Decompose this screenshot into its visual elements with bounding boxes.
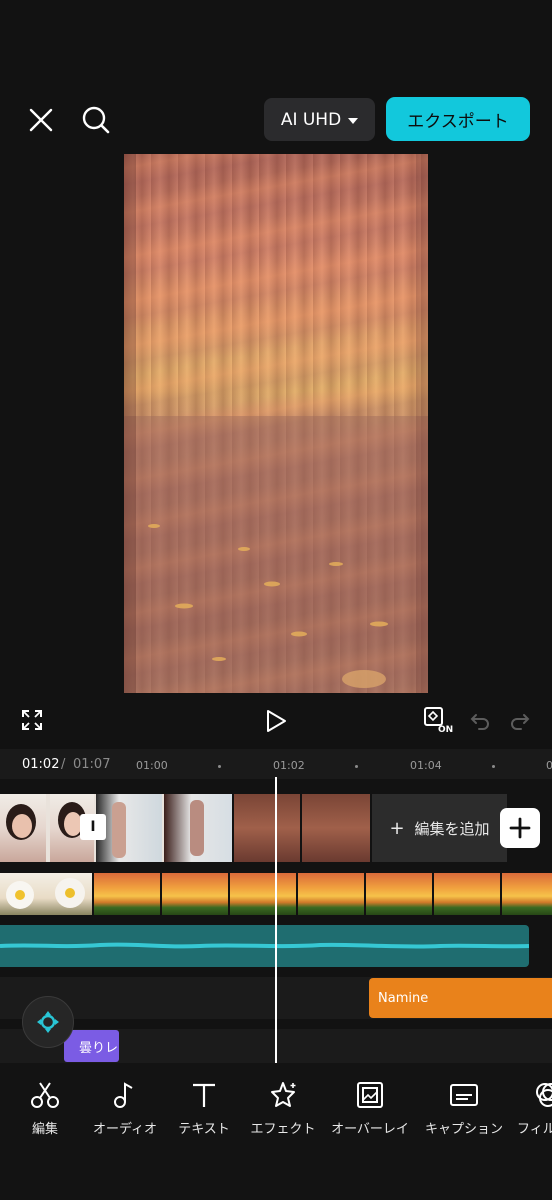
text-clip-badge-label: I bbox=[90, 819, 96, 835]
effect-star-icon bbox=[271, 1082, 296, 1107]
text-clip-badge[interactable]: I bbox=[80, 814, 106, 840]
add-edit-label: 編集を追加 bbox=[414, 819, 490, 838]
audio-clip[interactable] bbox=[0, 925, 529, 967]
tool-label: オーバーレイ bbox=[331, 1122, 409, 1137]
keyframe-badge: ON bbox=[438, 725, 454, 735]
tool-label: テキスト bbox=[178, 1122, 230, 1137]
current-time: 01:02 bbox=[22, 757, 60, 772]
tool-label: 編集 bbox=[31, 1122, 58, 1137]
video-preview[interactable] bbox=[124, 154, 428, 693]
resolution-label: AI UHD bbox=[280, 109, 342, 130]
tool-audio[interactable]: オーディオ bbox=[81, 1080, 169, 1137]
tool-overlay[interactable]: オーバーレイ bbox=[326, 1080, 414, 1137]
play-icon bbox=[267, 710, 286, 732]
tool-label: フィル bbox=[517, 1122, 552, 1137]
flower-thumbnail bbox=[6, 878, 85, 909]
add-edit-button[interactable]: + 編集を追加 bbox=[372, 794, 507, 862]
export-button[interactable]: エクスポート bbox=[386, 97, 530, 141]
move-icon bbox=[37, 1011, 59, 1033]
resolution-dropdown[interactable]: AI UHD bbox=[264, 98, 375, 141]
redo-button[interactable] bbox=[508, 709, 532, 733]
video-clip[interactable] bbox=[234, 794, 300, 862]
preview-scene bbox=[124, 154, 428, 693]
filter-icon bbox=[536, 1083, 552, 1107]
undo-icon bbox=[470, 714, 489, 730]
add-media-button[interactable] bbox=[500, 808, 540, 848]
close-button[interactable] bbox=[22, 100, 60, 140]
search-icon bbox=[82, 106, 110, 134]
fullscreen-icon bbox=[22, 710, 42, 730]
undo-button[interactable] bbox=[468, 709, 492, 733]
effect-clip[interactable]: 曇りレ bbox=[64, 1030, 119, 1062]
fullscreen-button[interactable] bbox=[20, 708, 44, 732]
scissors-icon bbox=[31, 1082, 59, 1108]
tool-label: エフェクト bbox=[250, 1122, 316, 1137]
music-note-icon bbox=[114, 1082, 133, 1108]
tool-filter[interactable]: フィル bbox=[495, 1080, 552, 1137]
total-time: 01:07 bbox=[73, 757, 111, 772]
keyframe-fab[interactable] bbox=[22, 996, 74, 1048]
play-button[interactable] bbox=[262, 706, 290, 736]
keyframe-toggle[interactable]: ON bbox=[422, 706, 456, 736]
close-icon bbox=[29, 108, 53, 132]
plus-icon: + bbox=[389, 817, 405, 839]
caret-down-icon bbox=[348, 117, 359, 124]
ruler-tick: 01:04 bbox=[410, 759, 442, 772]
ruler-dot bbox=[492, 765, 495, 768]
ruler-tick: 0 bbox=[546, 759, 552, 772]
time-separator: / bbox=[61, 757, 66, 772]
ruler-tick: 01:02 bbox=[273, 759, 305, 772]
overlay-icon bbox=[357, 1082, 383, 1108]
redo-icon bbox=[511, 714, 530, 730]
sticker-clip[interactable]: Namine bbox=[369, 978, 552, 1018]
ruler-dot bbox=[355, 765, 358, 768]
ruler-dot bbox=[218, 765, 221, 768]
overlay-clip[interactable] bbox=[0, 873, 92, 915]
overlay-clip[interactable] bbox=[94, 873, 552, 915]
audio-waveform bbox=[0, 942, 529, 949]
plus-icon bbox=[509, 817, 531, 839]
tool-text[interactable]: テキスト bbox=[160, 1080, 248, 1137]
video-clip[interactable] bbox=[302, 794, 370, 862]
search-button[interactable] bbox=[76, 100, 116, 140]
playhead[interactable] bbox=[275, 777, 277, 1063]
tool-label: オーディオ bbox=[92, 1122, 158, 1137]
tool-label: キャプション bbox=[424, 1122, 503, 1137]
ruler-tick: 01:00 bbox=[136, 759, 168, 772]
text-icon bbox=[193, 1083, 215, 1107]
tool-effect[interactable]: エフェクト bbox=[239, 1080, 327, 1137]
video-clip[interactable] bbox=[0, 794, 232, 862]
caption-icon bbox=[450, 1084, 478, 1106]
tool-edit[interactable]: 編集 bbox=[1, 1080, 89, 1137]
